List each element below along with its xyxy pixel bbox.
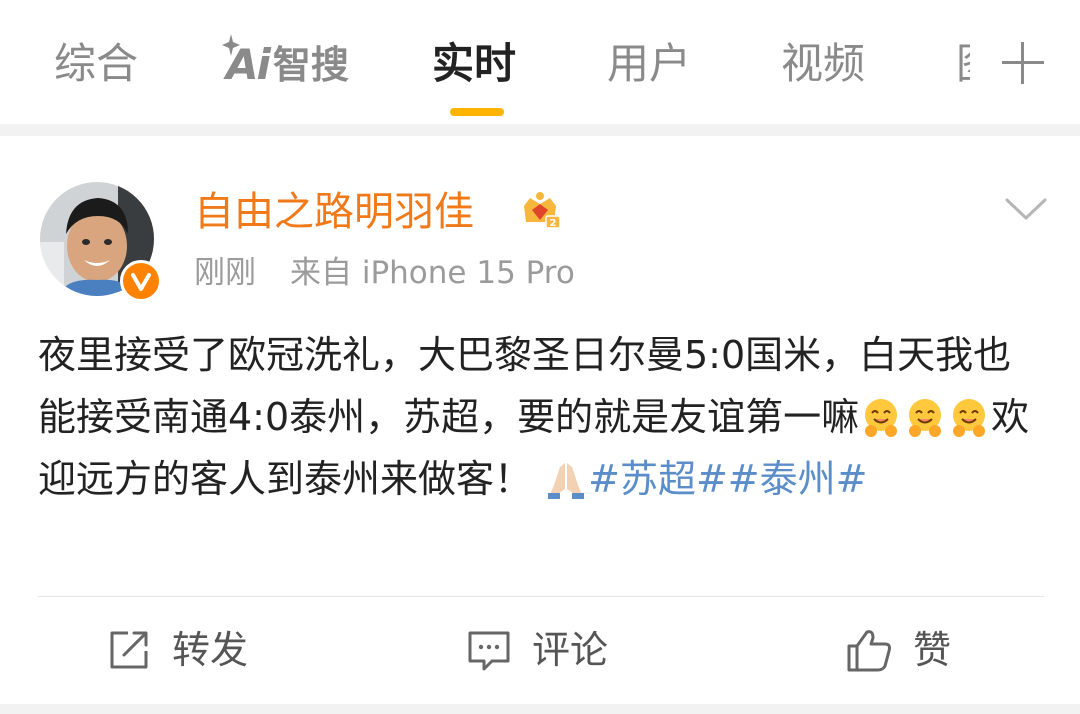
comment-button[interactable]: 评论 (466, 622, 608, 678)
hug-emoji-icon (909, 399, 942, 437)
post-time: 刚刚 (194, 255, 256, 291)
search-tab-bar: 综合 Ai 智搜 实时 用户 视频 图 (0, 0, 1080, 124)
topic-link-taizhou[interactable]: #泰州# (728, 457, 868, 501)
pray-emoji-icon (548, 463, 585, 499)
active-tab-indicator (450, 108, 504, 116)
thumbs-up-icon (847, 630, 891, 672)
chevron-down-icon[interactable] (1004, 194, 1048, 224)
sparkle-icon (222, 34, 240, 56)
divider (38, 596, 1044, 597)
repost-icon (110, 631, 148, 669)
vip-crown-icon: 2 (524, 192, 561, 229)
like-button[interactable]: 赞 (845, 622, 951, 678)
add-tab-icon[interactable] (1000, 40, 1046, 86)
author-name[interactable]: 自由之路明羽佳 (194, 186, 474, 238)
tab-comprehensive[interactable]: 综合 (54, 36, 138, 92)
comment-label: 评论 (532, 628, 609, 672)
repost-label: 转发 (172, 628, 249, 672)
repost-button[interactable]: 转发 (106, 622, 248, 678)
like-label: 赞 (913, 628, 952, 672)
hug-emoji-icon (865, 399, 898, 437)
post-body: 夜里接受了欧冠洗礼，大巴黎圣日尔曼5:0国米，白天我也能接受南通4:0泰州，苏超… (38, 324, 1048, 510)
tab-video[interactable]: 视频 (781, 36, 865, 92)
hug-emoji-icon (953, 399, 986, 437)
verified-badge-icon (120, 260, 162, 302)
tab-users[interactable]: 用户 (607, 36, 691, 92)
ai-search-label: 智搜 (272, 43, 349, 87)
post-source: 来自 iPhone 15 Pro (290, 255, 575, 291)
tab-ai-search[interactable]: Ai 智搜 (222, 34, 349, 90)
topic-link-su-super[interactable]: #苏超# (588, 457, 728, 501)
post-meta: 刚刚 来自 iPhone 15 Pro (194, 250, 575, 296)
tab-pictures-partial[interactable]: 图 (956, 36, 970, 92)
svg-text:2: 2 (550, 218, 557, 229)
post-card: 自由之路明羽佳 2 刚刚 来自 iPhone 15 Pro 夜里接受了欧冠洗礼，大… (0, 136, 1080, 704)
tab-realtime[interactable]: 实时 (432, 36, 516, 92)
comment-icon (468, 631, 510, 671)
